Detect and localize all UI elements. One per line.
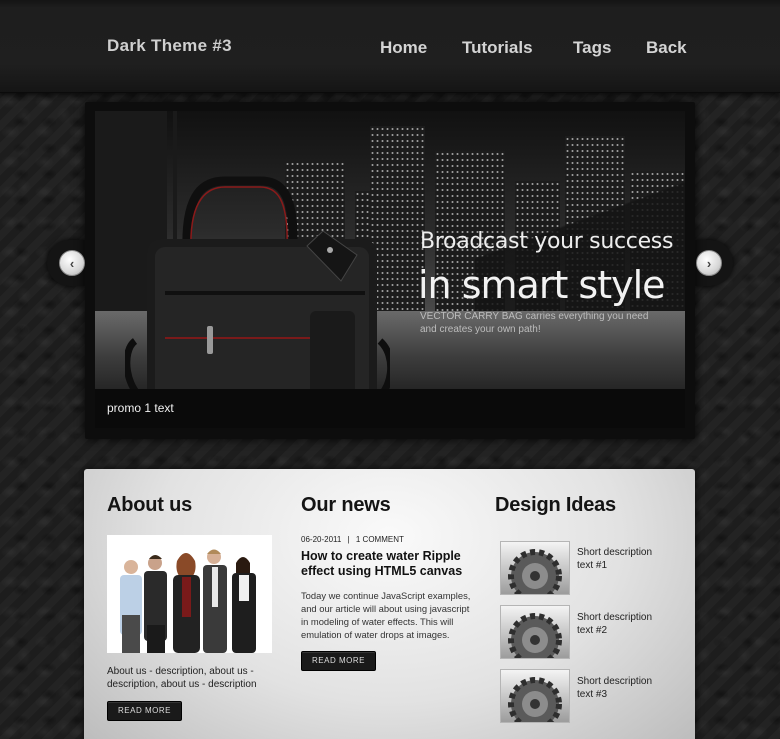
- ideas-title: Design Ideas: [495, 494, 616, 516]
- news-comments-link[interactable]: 1 COMMENT: [356, 535, 404, 544]
- nav-home[interactable]: Home: [380, 38, 427, 58]
- news-title: Our news: [301, 494, 391, 516]
- promo-tagline: in smart style: [418, 263, 666, 307]
- chevron-right-icon: ›: [706, 255, 712, 271]
- gear-icon: [508, 549, 562, 594]
- news-meta: 06-20-2011 | 1 COMMENT: [301, 535, 404, 544]
- idea-text-2: Short description text #2: [577, 612, 653, 636]
- gear-icon: [508, 677, 562, 722]
- idea-thumbnail-2[interactable]: [500, 605, 570, 659]
- nav-back[interactable]: Back: [646, 38, 687, 58]
- idea-thumbnail-3[interactable]: [500, 669, 570, 723]
- about-title: About us: [107, 494, 193, 516]
- main-nav: Home Tutorials Tags Back: [0, 38, 780, 62]
- slider-prev-button[interactable]: ‹: [59, 250, 85, 276]
- gear-icon: [508, 613, 562, 658]
- slide-caption-bar: [95, 389, 685, 428]
- laptop-bag-image: [125, 176, 390, 389]
- news-read-more-button[interactable]: READ MORE: [301, 651, 376, 671]
- meta-separator: |: [347, 535, 350, 544]
- news-article-title[interactable]: How to create water Ripple effect using …: [301, 549, 481, 579]
- slider-next-button[interactable]: ›: [696, 250, 722, 276]
- about-description: About us - description, about us - descr…: [107, 666, 257, 690]
- idea-text-1: Short description text #1: [577, 547, 653, 571]
- nav-tutorials[interactable]: Tutorials: [462, 38, 533, 58]
- promo-headline: Broadcast your success: [420, 229, 674, 254]
- slide-caption: promo 1 text: [107, 401, 174, 415]
- news-article-body: Today we continue JavaScript examples, a…: [301, 590, 471, 640]
- team-photo: [107, 535, 272, 653]
- idea-thumbnail-1[interactable]: [500, 541, 570, 595]
- site-header: Dark Theme #3 Home Tutorials Tags Back: [0, 0, 780, 93]
- news-date: 06-20-2011: [301, 535, 342, 544]
- promo-subtext: VECTOR CARRY BAG carries everything you …: [420, 311, 649, 335]
- about-read-more-button[interactable]: READ MORE: [107, 701, 182, 721]
- chevron-left-icon: ‹: [69, 255, 75, 271]
- promo-slide[interactable]: Broadcast your success in smart style VE…: [95, 111, 685, 389]
- nav-tags[interactable]: Tags: [573, 38, 611, 58]
- idea-text-3: Short description text #3: [577, 676, 653, 700]
- team-people-image: [107, 535, 272, 653]
